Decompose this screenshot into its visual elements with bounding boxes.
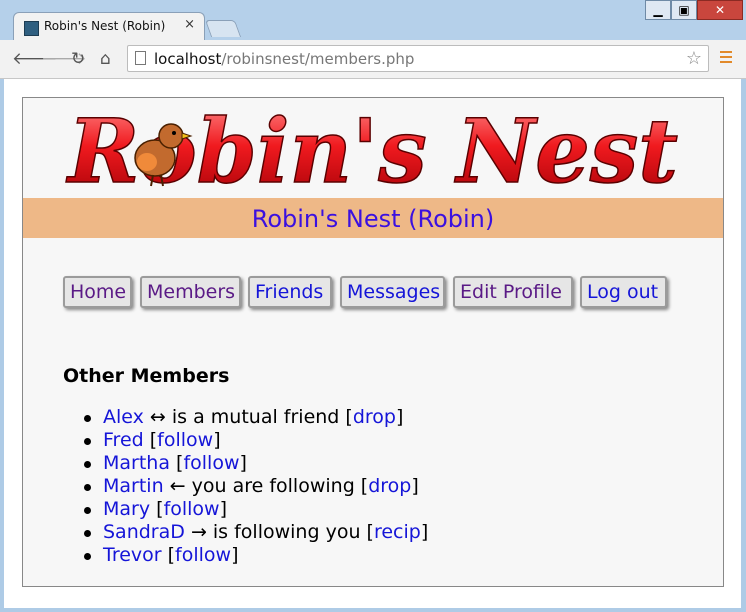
list-item: Fred [follow] [83,429,428,452]
menu-home-button[interactable]: Home [63,276,132,308]
member-action-link[interactable]: follow [164,498,220,520]
member-action-link[interactable]: drop [368,475,411,497]
member-name-link[interactable]: Fred [103,429,144,451]
page-viewport: Robin's Nest Robin's Nest (Robin) Home M… [4,79,741,608]
member-name-link[interactable]: Alex [103,406,144,428]
tab-close-icon[interactable]: × [184,17,195,32]
members-heading: Other Members [63,365,230,387]
member-status: ← you are following [163,475,361,497]
member-action-link[interactable]: follow [157,429,213,451]
list-item: Trevor [follow] [83,544,428,567]
menu-messages-button[interactable]: Messages [340,276,445,308]
member-status: → is following you [184,521,367,543]
member-status [144,429,150,451]
address-bar[interactable]: localhost/robinsnest/members.php ☆ [127,45,709,72]
member-action-link[interactable]: follow [175,544,231,566]
tab-title: Robin's Nest (Robin) [44,19,166,33]
members-list: Alex ↔ is a mutual friend [drop] Fred [f… [83,406,429,567]
site-favicon-icon [24,21,39,36]
maximize-icon: ▣ [678,3,690,17]
minimize-button[interactable]: ▁ [645,0,671,20]
member-name-link[interactable]: Martha [103,452,170,474]
list-item: SandraD → is following you [recip] [83,521,429,543]
subtitle-band: Robin's Nest (Robin) [23,198,723,238]
member-status [170,452,176,474]
url-path: /robinsnest/members.php [221,50,415,68]
list-item: Martha [follow] [83,452,428,475]
browser-tab[interactable]: Robin's Nest (Robin) × [13,12,205,41]
member-name-link[interactable]: Martin [103,475,164,497]
menu-friends-button[interactable]: Friends [248,276,332,308]
browser-toolbar: 🡐 🡒 ↻ ⌂ localhost/robinsnest/members.php… [0,40,746,79]
site-logo: Robin's Nest [64,106,678,198]
member-action-link[interactable]: recip [374,521,421,543]
page-subtitle: Robin's Nest (Robin) [251,205,495,233]
member-name-link[interactable]: Mary [103,498,150,520]
page-icon [135,51,146,65]
member-name-link[interactable]: SandraD [103,521,185,543]
reload-icon[interactable]: ↻ [71,49,85,69]
browser-menu-icon[interactable] [720,51,732,63]
site-container: Robin's Nest Robin's Nest (Robin) Home M… [22,97,724,587]
menu-edit-profile-button[interactable]: Edit Profile [453,276,573,308]
bookmark-star-icon[interactable]: ☆ [686,48,702,69]
member-action-link[interactable]: drop [353,406,396,428]
close-window-button[interactable]: ✕ [697,0,743,20]
member-status [162,544,168,566]
url-host: localhost [154,50,222,68]
close-icon: ✕ [714,3,726,17]
home-icon[interactable]: ⌂ [100,49,111,69]
list-item: Alex ↔ is a mutual friend [drop] [83,406,428,429]
list-item: Martin ← you are following [drop] [83,475,428,498]
member-name-link[interactable]: Trevor [103,544,162,566]
menu-logout-button[interactable]: Log out [580,276,667,308]
member-status [150,498,156,520]
list-item: Mary [follow] [83,498,428,521]
minimize-icon: ▁ [653,3,663,17]
new-tab-button[interactable] [204,20,242,37]
member-action-link[interactable]: follow [183,452,239,474]
menu-members-button[interactable]: Members [140,276,241,308]
url-text: localhost/robinsnest/members.php [154,50,414,68]
maximize-button[interactable]: ▣ [671,0,697,20]
window-titlebar: Robin's Nest (Robin) × ▁ ▣ ✕ [0,0,746,41]
member-status: ↔ is a mutual friend [143,406,346,428]
